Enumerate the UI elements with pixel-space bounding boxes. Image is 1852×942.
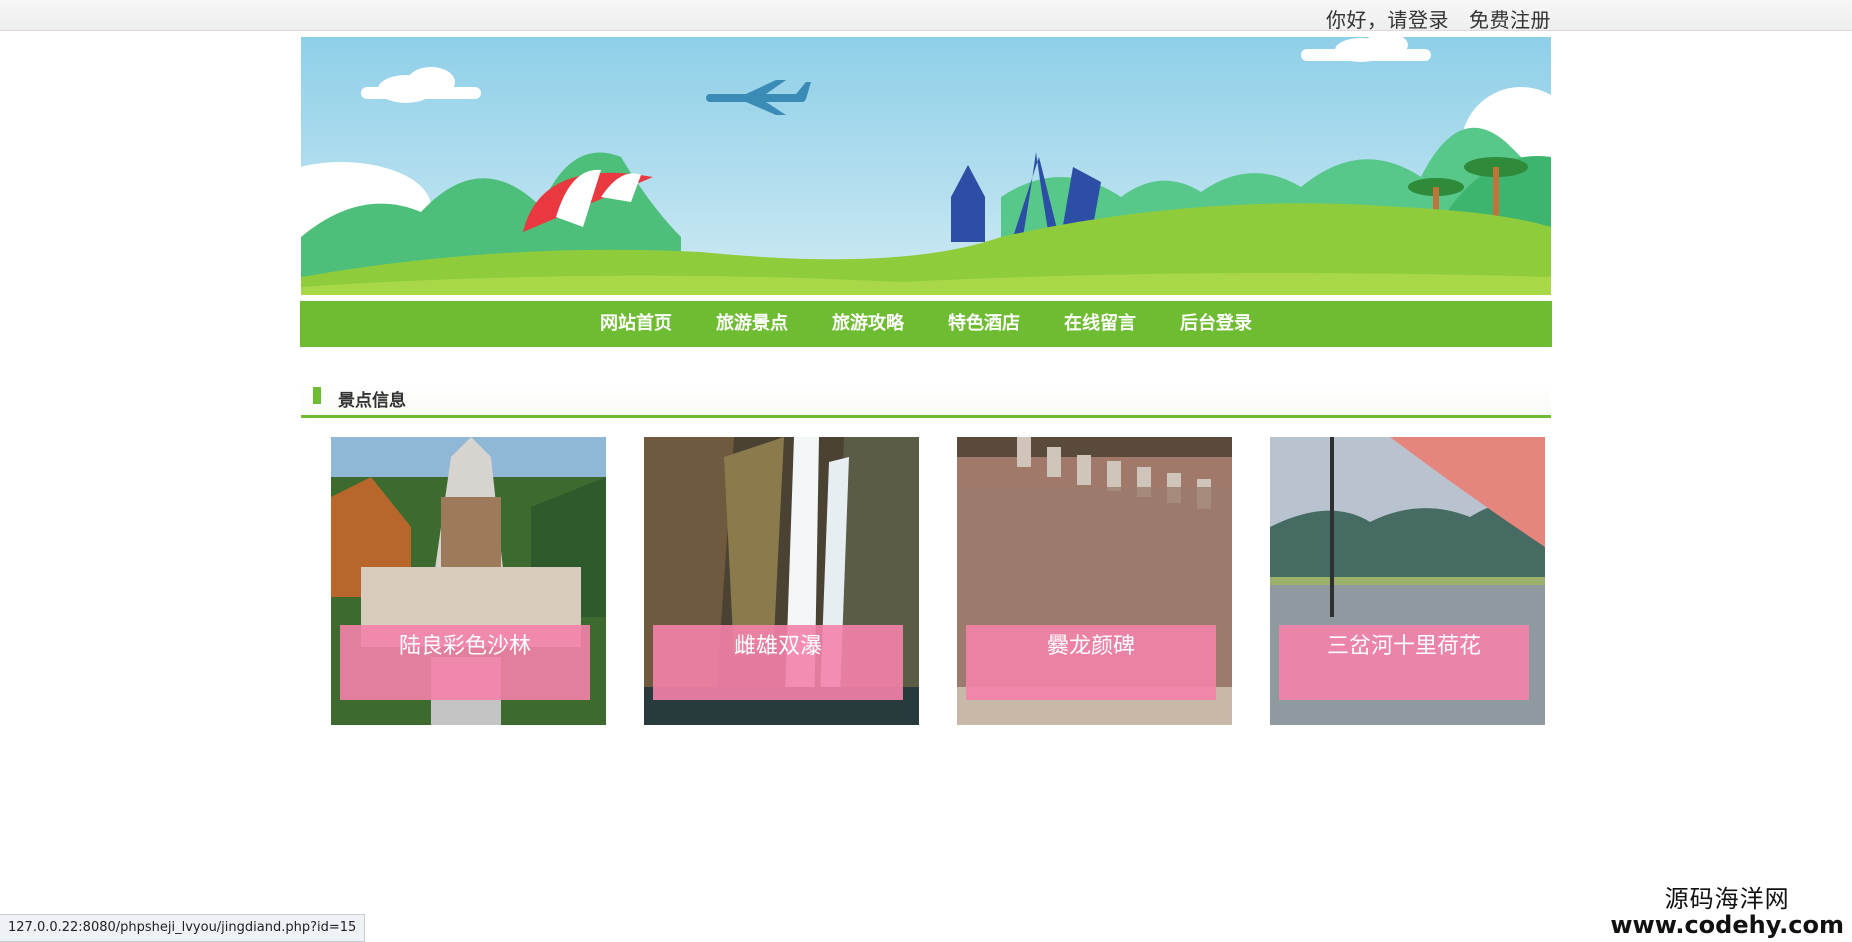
login-link[interactable]: 请登录 [1388, 4, 1450, 33]
spot-card[interactable]: 三岔河十里荷花 [1270, 437, 1545, 725]
watermark-text: 源码海洋网 [1664, 885, 1790, 913]
section-marker [313, 387, 321, 404]
user-links: 你好， 请登录 免费注册 [1326, 4, 1551, 33]
spot-card[interactable]: 陆良彩色沙林 [331, 437, 606, 725]
nav-hotels[interactable]: 特色酒店 [926, 301, 1042, 347]
nav-home[interactable]: 网站首页 [578, 301, 694, 347]
spot-name: 陆良彩色沙林 [340, 625, 590, 700]
section-title: 景点信息 [338, 391, 406, 411]
top-bar: 你好， 请登录 免费注册 [0, 0, 1852, 33]
main-nav: 网站首页 旅游景点 旅游攻略 特色酒店 在线留言 后台登录 [300, 301, 1552, 347]
register-link[interactable]: 免费注册 [1469, 4, 1551, 33]
spot-name: 爨龙颜碑 [966, 625, 1216, 700]
greeting-text: 你好， [1326, 8, 1388, 32]
watermark: 源码海洋网 www.codehy.com [1610, 886, 1844, 938]
nav-guides[interactable]: 旅游攻略 [810, 301, 926, 347]
spot-list: 陆良彩色沙林 雌雄双瀑 爨龙颜碑 三岔河十里荷花 [331, 437, 1545, 725]
spot-name: 三岔河十里荷花 [1279, 625, 1529, 700]
spot-card[interactable]: 雌雄双瀑 [644, 437, 919, 725]
section-header: 景点信息 [301, 382, 1551, 418]
watermark-url: www.codehy.com [1610, 911, 1844, 939]
nav-messages[interactable]: 在线留言 [1042, 301, 1158, 347]
spot-card[interactable]: 爨龙颜碑 [957, 437, 1232, 725]
nav-attractions[interactable]: 旅游景点 [694, 301, 810, 347]
spot-name: 雌雄双瀑 [653, 625, 903, 700]
status-bar-url: 127.0.0.22:8080/phpsheji_lvyou/jingdiand… [0, 914, 366, 942]
nav-admin-login[interactable]: 后台登录 [1158, 301, 1274, 347]
banner-image [301, 37, 1551, 295]
